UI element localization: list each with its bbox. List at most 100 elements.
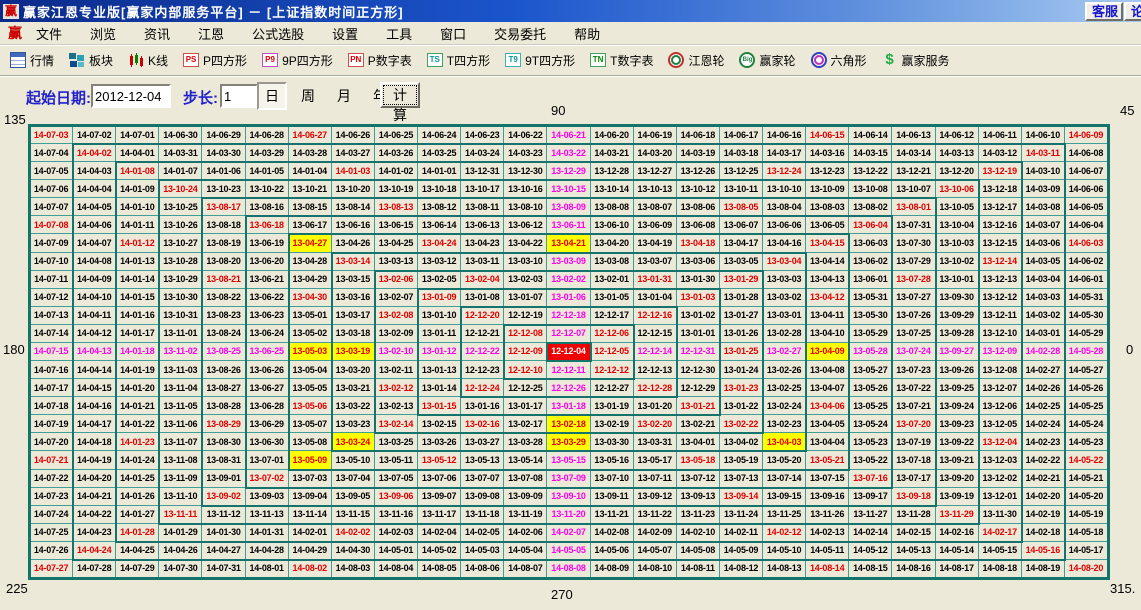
grid-cell[interactable]: 12-12-12 [591, 361, 634, 379]
grid-center-cell[interactable]: 12-12-04 [547, 343, 590, 361]
grid-cell[interactable]: 14-06-04 [1065, 216, 1108, 234]
grid-cell[interactable]: 13-06-14 [418, 216, 461, 234]
grid-cell[interactable]: 12-12-23 [461, 361, 504, 379]
grid-cell[interactable]: 13-10-18 [418, 180, 461, 198]
grid-cell[interactable]: 12-12-30 [677, 361, 720, 379]
grid-cell[interactable]: 14-07-13 [30, 307, 73, 325]
grid-cell[interactable]: 13-07-24 [892, 343, 935, 361]
grid-cell[interactable]: 13-06-26 [246, 361, 289, 379]
grid-cell[interactable]: 13-11-26 [806, 506, 849, 524]
grid-cell[interactable]: 13-05-05 [289, 379, 332, 397]
grid-cell[interactable]: 13-09-04 [289, 488, 332, 506]
grid-cell[interactable]: 14-02-20 [1022, 488, 1065, 506]
grid-cell[interactable]: 14-04-19 [73, 451, 116, 469]
grid-cell[interactable]: 14-06-29 [202, 126, 245, 144]
grid-cell[interactable]: 13-03-28 [504, 433, 547, 451]
grid-cell[interactable]: 14-03-05 [1022, 253, 1065, 271]
grid-cell[interactable]: 14-01-26 [116, 488, 159, 506]
grid-cell[interactable]: 13-03-07 [634, 253, 677, 271]
grid-cell[interactable]: 13-11-12 [202, 506, 245, 524]
grid-cell[interactable]: 13-05-17 [634, 451, 677, 469]
grid-cell[interactable]: 14-07-04 [30, 144, 73, 162]
grid-cell[interactable]: 14-03-20 [634, 144, 677, 162]
grid-cell[interactable]: 13-11-03 [159, 361, 202, 379]
grid-cell[interactable]: 14-06-05 [1065, 198, 1108, 216]
grid-cell[interactable]: 14-07-12 [30, 289, 73, 307]
toolbar-button-K线[interactable]: K线 [128, 52, 168, 69]
grid-cell[interactable]: 14-02-28 [1022, 343, 1065, 361]
grid-cell[interactable]: 14-08-17 [936, 560, 979, 578]
grid-cell[interactable]: 13-04-14 [806, 253, 849, 271]
grid-cell[interactable]: 13-09-18 [892, 488, 935, 506]
grid-cell[interactable]: 13-08-14 [332, 198, 375, 216]
grid-cell[interactable]: 13-07-05 [375, 470, 418, 488]
grid-cell[interactable]: 13-12-05 [979, 415, 1022, 433]
grid-cell[interactable]: 13-02-24 [763, 397, 806, 415]
grid-cell[interactable]: 14-05-28 [1065, 343, 1108, 361]
grid-cell[interactable]: 13-04-23 [461, 234, 504, 252]
grid-cell[interactable]: 13-06-07 [720, 216, 763, 234]
grid-cell[interactable]: 13-06-28 [246, 397, 289, 415]
grid-cell[interactable]: 13-02-27 [763, 343, 806, 361]
grid-cell[interactable]: 13-04-28 [289, 253, 332, 271]
grid-cell[interactable]: 13-09-24 [936, 397, 979, 415]
grid-cell[interactable]: 14-08-12 [720, 560, 763, 578]
grid-cell[interactable]: 13-08-20 [202, 253, 245, 271]
grid-cell[interactable]: 13-09-03 [246, 488, 289, 506]
grid-cell[interactable]: 13-09-26 [936, 361, 979, 379]
grid-cell[interactable]: 14-03-18 [720, 144, 763, 162]
grid-cell[interactable]: 13-05-15 [547, 451, 590, 469]
grid-cell[interactable]: 13-07-25 [892, 325, 935, 343]
grid-cell[interactable]: 12-12-09 [504, 343, 547, 361]
grid-cell[interactable]: 14-07-16 [30, 361, 73, 379]
grid-cell[interactable]: 13-04-30 [289, 289, 332, 307]
grid-cell[interactable]: 13-02-17 [504, 415, 547, 433]
grid-cell[interactable]: 13-05-21 [806, 451, 849, 469]
toolbar-button-赢家轮[interactable]: Big赢家轮 [739, 52, 795, 69]
grid-cell[interactable]: 13-09-10 [547, 488, 590, 506]
grid-cell[interactable]: 13-09-11 [591, 488, 634, 506]
grid-cell[interactable]: 14-07-29 [116, 560, 159, 578]
grid-cell[interactable]: 14-01-06 [202, 162, 245, 180]
grid-cell[interactable]: 14-01-27 [116, 506, 159, 524]
grid-cell[interactable]: 13-09-12 [634, 488, 677, 506]
grid-cell[interactable]: 12-12-19 [504, 307, 547, 325]
grid-cell[interactable]: 12-12-15 [634, 325, 677, 343]
menu-item-7[interactable]: 窗口 [440, 24, 466, 43]
menu-item-9[interactable]: 帮助 [574, 24, 600, 43]
grid-cell[interactable]: 13-10-15 [547, 180, 590, 198]
grid-cell[interactable]: 13-03-09 [547, 253, 590, 271]
grid-cell[interactable]: 14-02-23 [1022, 433, 1065, 451]
grid-cell[interactable]: 12-12-25 [504, 379, 547, 397]
grid-cell[interactable]: 13-07-19 [892, 433, 935, 451]
grid-cell[interactable]: 13-10-29 [159, 271, 202, 289]
grid-cell[interactable]: 14-02-27 [1022, 361, 1065, 379]
grid-cell[interactable]: 13-05-04 [289, 361, 332, 379]
grid-cell[interactable]: 13-02-19 [591, 415, 634, 433]
grid-cell[interactable]: 13-12-30 [504, 162, 547, 180]
grid-cell[interactable]: 13-11-23 [677, 506, 720, 524]
grid-cell[interactable]: 14-02-09 [634, 524, 677, 542]
grid-cell[interactable]: 13-03-24 [332, 433, 375, 451]
grid-cell[interactable]: 14-05-27 [1065, 361, 1108, 379]
grid-cell[interactable]: 13-03-08 [591, 253, 634, 271]
toolbar-button-T数字表[interactable]: TNT数字表 [590, 52, 653, 69]
grid-cell[interactable]: 13-03-12 [418, 253, 461, 271]
grid-cell[interactable]: 14-07-26 [30, 542, 73, 560]
grid-cell[interactable]: 14-06-24 [418, 126, 461, 144]
grid-cell[interactable]: 14-02-02 [332, 524, 375, 542]
grid-cell[interactable]: 13-12-03 [979, 451, 1022, 469]
grid-cell[interactable]: 14-08-03 [332, 560, 375, 578]
menu-item-2[interactable]: 资讯 [144, 24, 170, 43]
grid-cell[interactable]: 13-11-18 [461, 506, 504, 524]
grid-cell[interactable]: 14-07-17 [30, 379, 73, 397]
grid-cell[interactable]: 13-07-31 [892, 216, 935, 234]
grid-cell[interactable]: 13-09-20 [936, 470, 979, 488]
grid-cell[interactable]: 13-04-15 [806, 234, 849, 252]
grid-cell[interactable]: 13-05-28 [849, 343, 892, 361]
grid-cell[interactable]: 13-03-14 [332, 253, 375, 271]
grid-cell[interactable]: 13-06-23 [246, 307, 289, 325]
grid-cell[interactable]: 13-01-20 [634, 397, 677, 415]
grid-cell[interactable]: 14-04-07 [73, 234, 116, 252]
grid-cell[interactable]: 14-03-12 [979, 144, 1022, 162]
